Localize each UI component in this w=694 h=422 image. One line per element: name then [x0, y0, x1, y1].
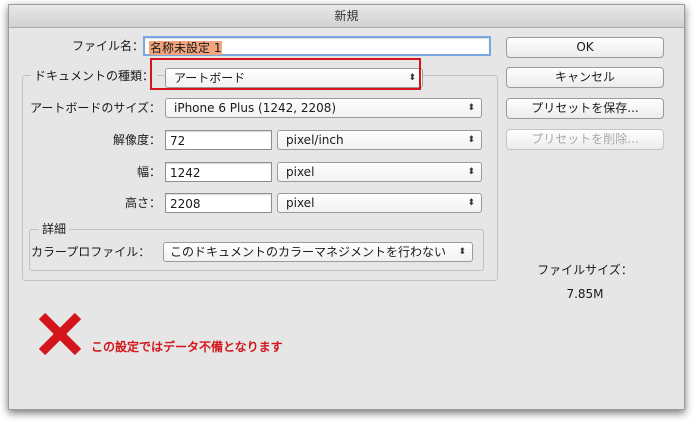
select-arrow-icon: ⬍ — [467, 135, 475, 145]
select-arrow-icon: ⬍ — [467, 198, 475, 208]
height-label: 高さ： — [124, 196, 161, 210]
advanced-title: 詳細 — [39, 222, 70, 236]
warning-text: この設定ではデータ不備となります — [91, 340, 283, 354]
file-name-label: ファイル名： — [71, 39, 144, 53]
select-arrow-icon: ⬍ — [467, 167, 475, 177]
resolution-unit-select[interactable]: pixel/inch ⬍ — [277, 130, 482, 150]
select-arrow-icon: ⬍ — [467, 103, 475, 113]
file-name-value: 名称未設定 1 — [149, 41, 223, 55]
height-unit-select[interactable]: pixel ⬍ — [277, 193, 482, 213]
file-size-value: 7.85M — [566, 287, 604, 301]
height-input[interactable]: 2208 — [165, 193, 272, 213]
resolution-input[interactable]: 72 — [165, 130, 272, 150]
width-input[interactable]: 1242 — [165, 162, 272, 182]
highlight-frame — [150, 58, 421, 90]
resolution-label: 解像度： — [112, 133, 161, 147]
artboard-size-select[interactable]: iPhone 6 Plus (1242, 2208) ⬍ — [165, 98, 482, 118]
artboard-size-label: アートボードのサイズ： — [30, 101, 161, 115]
red-x-icon — [38, 312, 82, 356]
color-profile-select[interactable]: このドキュメントのカラーマネジメントを行わない ⬍ — [163, 242, 473, 262]
height-unit-value: pixel — [286, 196, 315, 210]
cancel-button[interactable]: キャンセル — [506, 67, 664, 88]
width-unit-value: pixel — [286, 165, 315, 179]
window-title: 新規 — [9, 5, 684, 28]
select-arrow-icon: ⬍ — [458, 247, 466, 257]
save-preset-button[interactable]: プリセットを保存... — [506, 98, 664, 119]
color-profile-label: カラープロファイル： — [31, 245, 151, 259]
color-profile-value: このドキュメントのカラーマネジメントを行わない — [170, 245, 447, 259]
file-size-label: ファイルサイズ： — [537, 263, 633, 277]
width-unit-select[interactable]: pixel ⬍ — [277, 162, 482, 182]
width-label: 幅： — [136, 165, 161, 179]
resolution-unit-value: pixel/inch — [286, 133, 344, 147]
artboard-size-value: iPhone 6 Plus (1242, 2208) — [174, 101, 337, 115]
ok-button[interactable]: OK — [506, 37, 664, 58]
file-name-input[interactable]: 名称未設定 1 — [143, 36, 491, 56]
document-type-label: ドキュメントの種類： — [31, 69, 158, 83]
delete-preset-button: プリセットを削除... — [506, 129, 664, 150]
